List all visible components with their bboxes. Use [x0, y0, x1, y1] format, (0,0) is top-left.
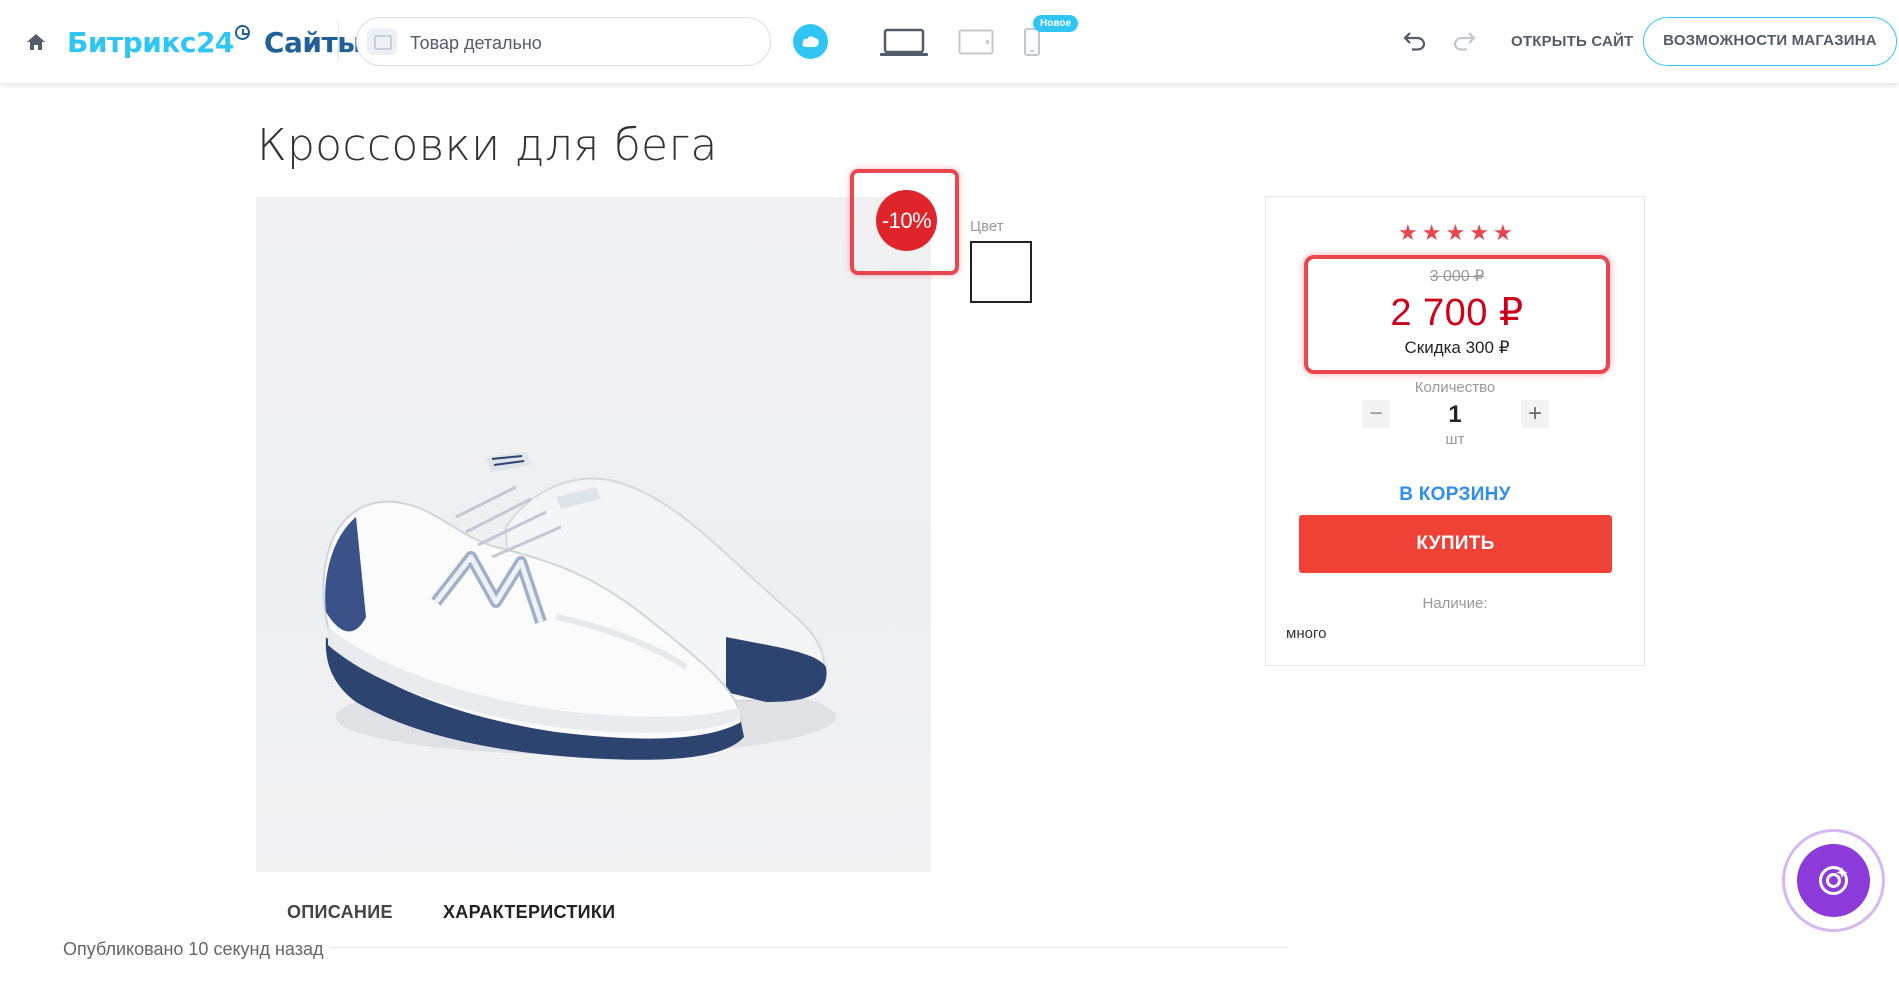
star-icon: ★	[1445, 220, 1466, 245]
current-price: 2 700 ₽	[1390, 292, 1524, 334]
sneakers-illustration	[322, 452, 836, 760]
open-site-link[interactable]: ОТКРЫТЬ САЙТ	[1511, 33, 1633, 50]
top-toolbar: Битрикс24 Сайты Товар детально Новое ОТКР…	[0, 0, 1899, 83]
star-icon: ★	[1398, 220, 1418, 245]
quantity-increase-button[interactable]: +	[1521, 400, 1549, 428]
home-icon[interactable]	[25, 31, 47, 53]
rating-stars: ★ ★ ★ ★ ★	[1398, 222, 1513, 244]
cloud-icon[interactable]	[793, 24, 828, 59]
old-price: 3 000 ₽	[1429, 268, 1485, 285]
quantity-input[interactable]: 1	[1420, 401, 1490, 429]
truncated-description	[256, 982, 956, 989]
page-selector-label: Товар детально	[410, 33, 542, 53]
quantity-unit: шт	[1445, 431, 1465, 448]
star-icon: ★	[1492, 220, 1513, 245]
discount-badge: -10%	[876, 190, 937, 251]
availability-label: Наличие:	[1422, 595, 1488, 612]
store-features-button[interactable]: ВОЗМОЖНОСТИ МАГАЗИНА	[1643, 17, 1897, 66]
color-swatch[interactable]	[970, 241, 1032, 303]
new-badge: Новое	[1033, 15, 1079, 32]
saving-amount: Скидка 300 ₽	[1404, 338, 1510, 357]
desktop-icon[interactable]	[879, 28, 929, 63]
tabs-divider	[256, 947, 1288, 948]
ai-assistant-icon[interactable]	[1797, 844, 1870, 917]
color-label: Цвет	[970, 218, 1004, 235]
mobile-icon[interactable]	[1023, 27, 1041, 62]
product-title: Кроссовки для бега	[257, 120, 718, 171]
page-selector[interactable]: Товар детально	[356, 17, 771, 66]
buy-button[interactable]: КУПИТЬ	[1299, 515, 1612, 573]
undo-icon[interactable]	[1402, 30, 1428, 57]
toolbar-divider	[338, 22, 339, 60]
clock-icon	[234, 25, 250, 40]
page-thumbnail-icon	[367, 28, 397, 55]
star-icon: ★	[1421, 220, 1442, 245]
product-image	[256, 197, 931, 872]
redo-icon[interactable]	[1451, 30, 1477, 57]
add-to-cart-link[interactable]: В КОРЗИНУ	[1265, 484, 1645, 506]
logo: Битрикс24 Сайты	[67, 25, 363, 59]
availability-value: много	[1286, 625, 1327, 642]
quantity-decrease-button[interactable]: −	[1362, 400, 1390, 428]
published-status: Опубликовано 10 секунд назад	[63, 939, 330, 960]
tab-characteristics[interactable]: ХАРАКТЕРИСТИКИ	[443, 902, 615, 923]
tablet-icon[interactable]	[958, 29, 994, 60]
star-icon: ★	[1469, 220, 1489, 245]
quantity-label: Количество	[1414, 379, 1496, 396]
tab-description[interactable]: ОПИСАНИЕ	[287, 902, 393, 923]
